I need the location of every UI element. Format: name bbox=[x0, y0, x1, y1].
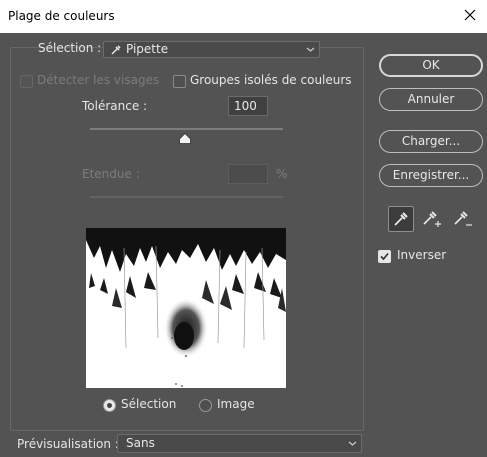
localized-clusters-label: Groupes isolés de couleurs bbox=[190, 73, 352, 87]
tolerance-slider-thumb[interactable] bbox=[179, 133, 191, 144]
image-radio[interactable] bbox=[199, 399, 212, 412]
eyedropper-add-tool[interactable] bbox=[419, 207, 445, 233]
selection-radio[interactable] bbox=[103, 399, 116, 412]
window-title: Plage de couleurs bbox=[8, 9, 115, 23]
range-slider[interactable] bbox=[90, 196, 283, 198]
selection-radio-label: Sélection bbox=[121, 397, 177, 411]
load-button[interactable]: Charger... bbox=[379, 130, 483, 153]
preview-option-dropdown[interactable]: Sans bbox=[117, 434, 362, 453]
close-icon[interactable] bbox=[461, 6, 479, 24]
range-input[interactable] bbox=[228, 164, 268, 184]
invert-checkbox[interactable] bbox=[378, 250, 391, 263]
chevron-down-icon bbox=[306, 47, 315, 52]
eyedropper-subtract-icon bbox=[454, 211, 472, 226]
title-bar: Plage de couleurs bbox=[0, 0, 487, 33]
cancel-button[interactable]: Annuler bbox=[379, 88, 483, 111]
selection-dropdown[interactable]: Pipette bbox=[103, 41, 320, 58]
save-button[interactable]: Enregistrer... bbox=[379, 164, 483, 187]
preview-image bbox=[86, 228, 286, 388]
eyedropper-icon bbox=[111, 45, 121, 55]
preview-option-label: Prévisualisation : bbox=[17, 437, 119, 451]
eyedropper-tool[interactable] bbox=[388, 206, 414, 232]
eyedropper-icon bbox=[394, 212, 408, 226]
selection-label: Sélection : bbox=[38, 41, 102, 55]
invert-label: Inverser bbox=[397, 248, 447, 262]
localized-clusters-checkbox[interactable] bbox=[173, 75, 186, 88]
eyedropper-add-icon bbox=[423, 211, 441, 227]
selection-value: Pipette bbox=[126, 42, 169, 56]
tolerance-input[interactable]: 100 bbox=[228, 96, 268, 116]
checkmark-icon bbox=[380, 252, 389, 261]
chevron-down-icon bbox=[348, 441, 357, 446]
tolerance-label: Tolérance : bbox=[82, 99, 148, 113]
preview-option-value: Sans bbox=[126, 436, 155, 450]
ok-button[interactable]: OK bbox=[379, 54, 483, 77]
tolerance-slider[interactable] bbox=[90, 128, 283, 130]
range-unit: % bbox=[276, 167, 288, 181]
eyedropper-subtract-tool[interactable] bbox=[450, 207, 476, 233]
range-label: Etendue : bbox=[82, 167, 140, 181]
detect-faces-label: Détecter les visages bbox=[37, 73, 160, 87]
detect-faces-checkbox[interactable] bbox=[20, 75, 33, 88]
tolerance-value: 100 bbox=[234, 99, 257, 113]
image-radio-label: Image bbox=[217, 397, 255, 411]
